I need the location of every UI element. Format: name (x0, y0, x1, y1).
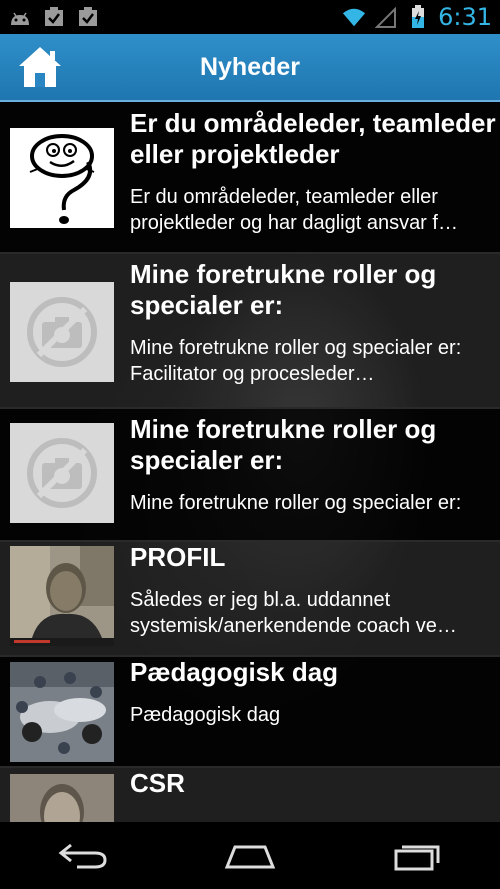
home-button[interactable] (0, 33, 80, 101)
list-item[interactable]: Mine foretrukne roller og specialer er: … (0, 409, 500, 542)
list-item[interactable]: Er du områdeleder, teamleder eller proje… (0, 102, 500, 254)
android-icon (8, 6, 32, 28)
clock: 6:31 (438, 3, 492, 31)
no-image-placeholder-thumbnail (10, 423, 114, 523)
signal-icon (374, 6, 398, 28)
news-description: Pædagogisk dag (130, 704, 281, 726)
news-title: Pædagogisk dag (130, 657, 339, 687)
profile-video-frame-thumbnail (10, 546, 114, 646)
news-title: Mine foretrukne roller og specialer er: (130, 259, 437, 320)
news-list[interactable]: Er du områdeleder, teamleder eller proje… (0, 102, 500, 822)
wifi-icon (342, 6, 366, 28)
recent-apps-icon (394, 845, 440, 870)
home-nav-button[interactable] (210, 826, 290, 886)
no-image-icon (27, 438, 97, 508)
checkbox-notification-icon (42, 6, 66, 28)
list-item[interactable]: Pædagogisk dag Pædagogisk dag (0, 657, 500, 768)
home-outline-icon (224, 845, 276, 868)
news-title: Mine foretrukne roller og specialer er: (130, 414, 437, 475)
news-title: PROFIL (130, 542, 226, 572)
news-description: Mine foretrukne roller og specialer er: … (130, 337, 462, 385)
no-image-placeholder-thumbnail (10, 282, 114, 382)
news-title: Er du områdeleder, teamleder eller proje… (130, 108, 496, 169)
back-icon (58, 843, 107, 868)
navigation-bar (0, 822, 500, 889)
app-header: Nyheder (0, 34, 500, 102)
news-description: Er du områdeleder, teamleder eller proje… (130, 186, 458, 234)
battery-icon (406, 5, 430, 28)
home-icon (19, 47, 61, 87)
news-title: CSR (130, 768, 185, 798)
status-bar: 6:31 (0, 0, 500, 34)
news-description: Mine foretrukne roller og specialer er: (130, 492, 462, 514)
news-description: Således er jeg bl.a. uddannet systemisk/… (130, 589, 457, 637)
pit-stop-photo-thumbnail (10, 662, 114, 762)
checkbox-notification-icon (76, 6, 100, 28)
no-image-icon (27, 297, 97, 367)
list-item[interactable]: Mine foretrukne roller og specialer er: … (0, 254, 500, 409)
recent-apps-button[interactable] (377, 826, 457, 886)
list-item[interactable]: PROFIL Således er jeg bl.a. uddannet sys… (0, 542, 500, 657)
back-button[interactable] (43, 826, 123, 886)
list-item[interactable]: CSR (0, 768, 500, 822)
question-mark-figure-thumbnail (10, 128, 114, 228)
csr-portrait-thumbnail (10, 774, 114, 822)
